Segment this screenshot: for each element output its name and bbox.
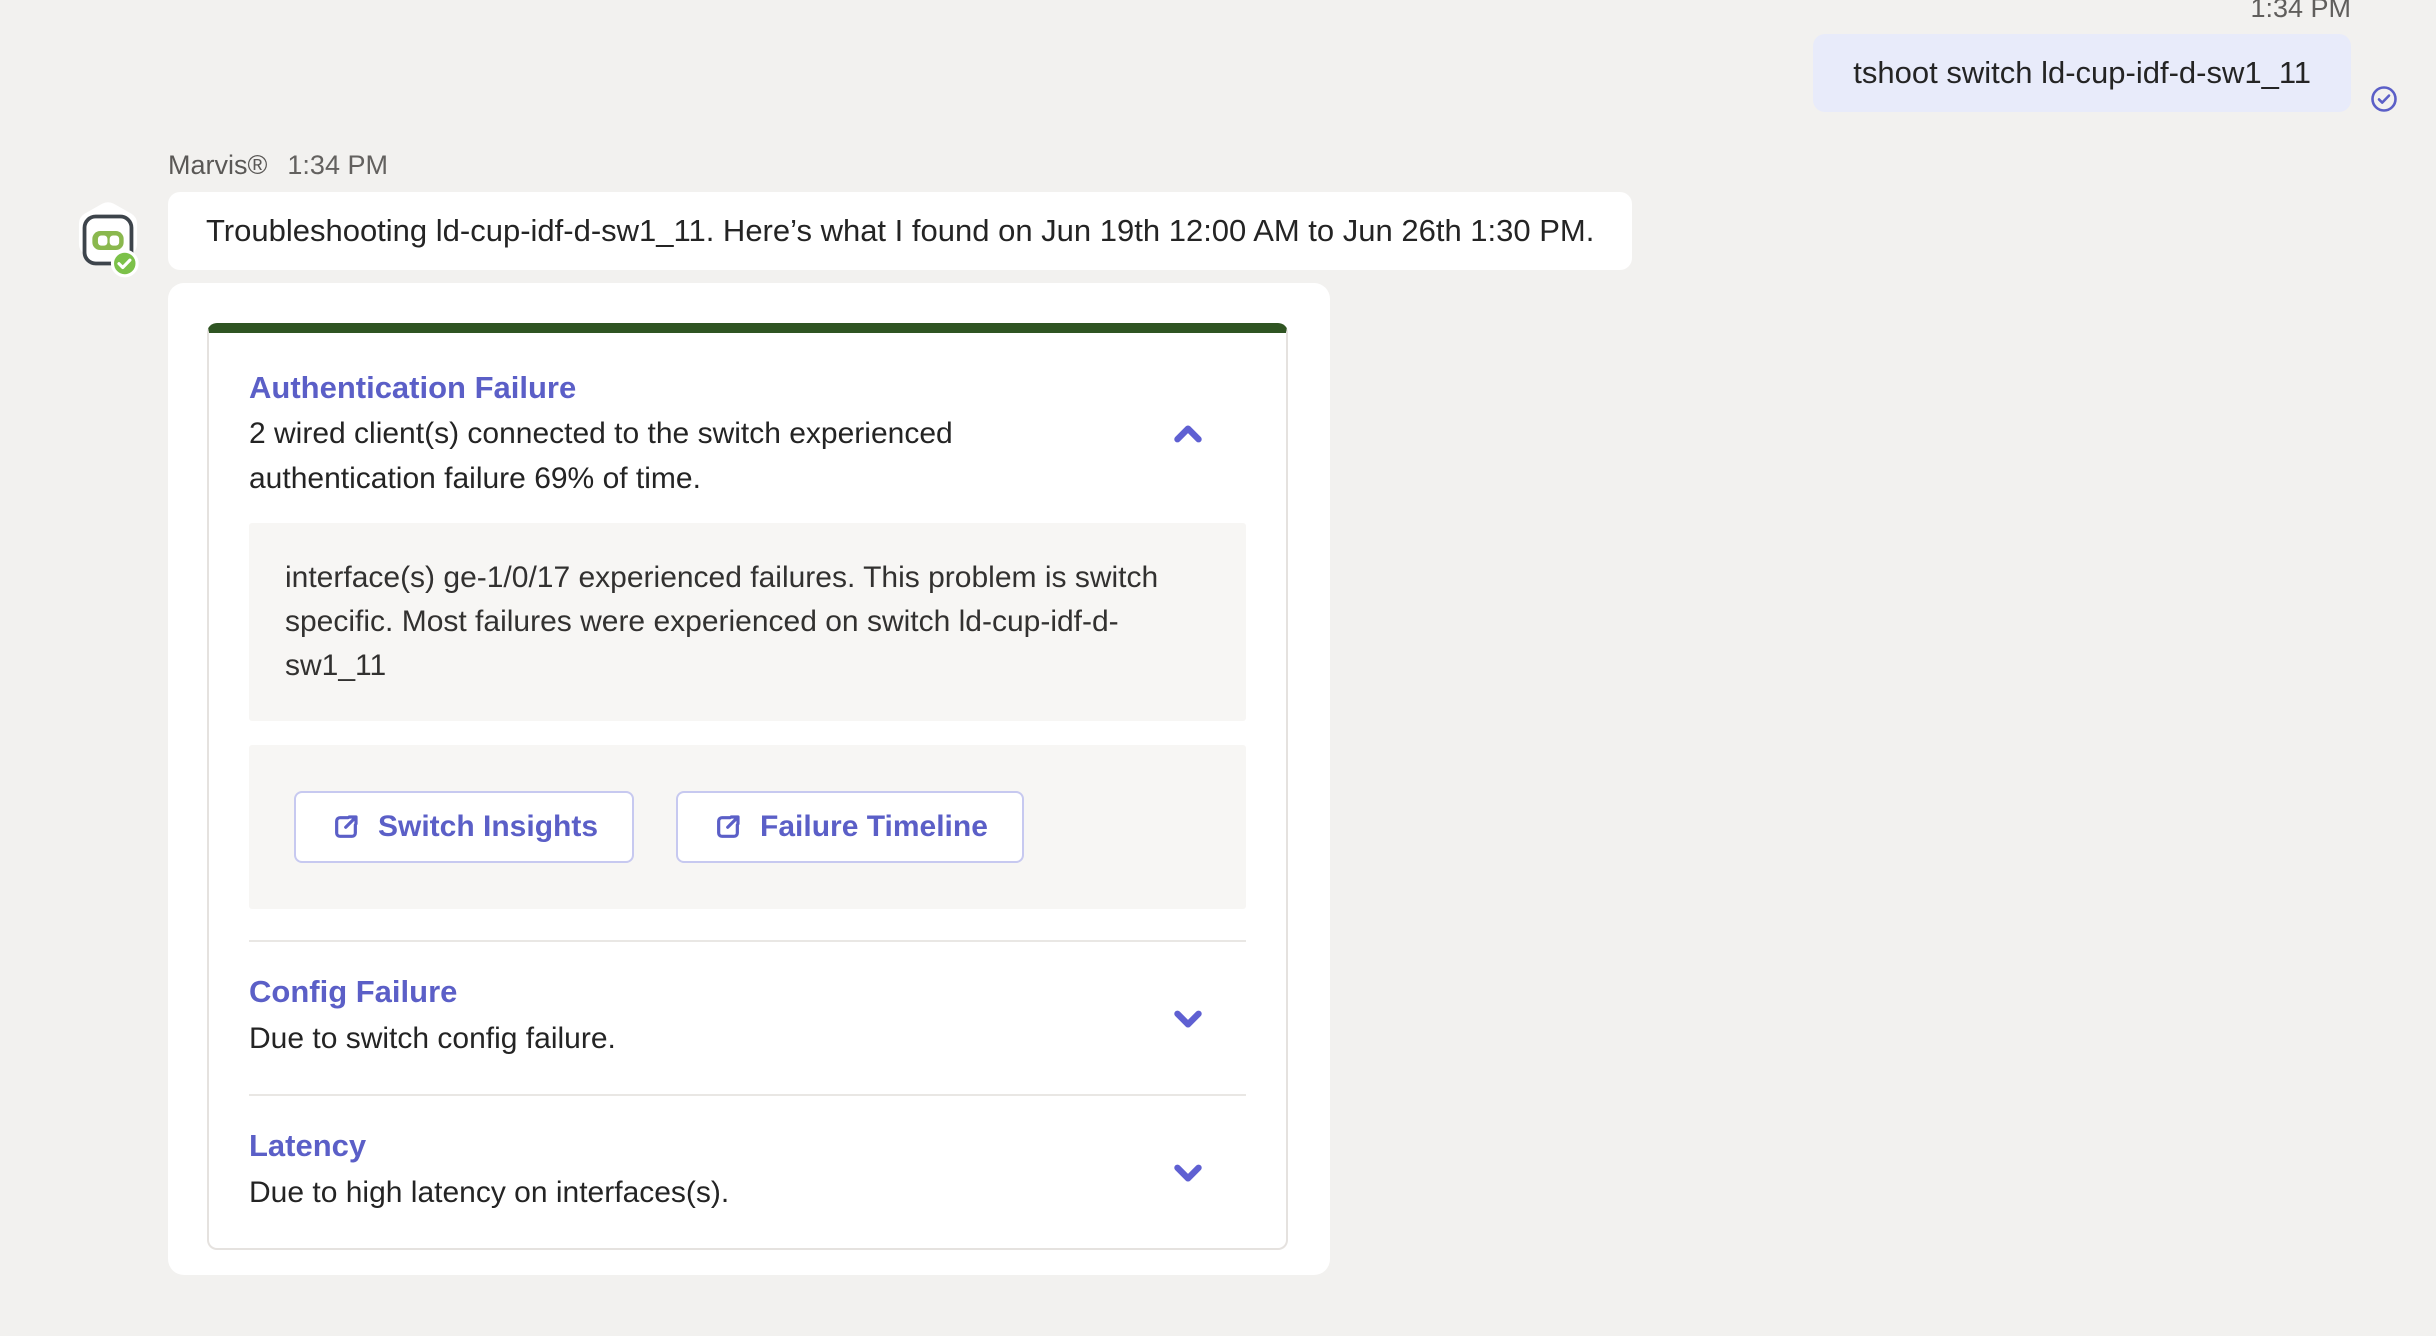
external-link-icon <box>330 811 362 843</box>
message-header: Marvis® 1:34 PM <box>168 150 388 181</box>
card-actions: Switch Insights Failure Timeline <box>249 745 1246 909</box>
delivered-check-circle-icon <box>2370 85 2398 113</box>
chevron-down-icon <box>1169 1153 1207 1191</box>
section-summary-latency: Due to high latency on interfaces(s). <box>249 1171 729 1215</box>
bot-message-timestamp: 1:34 PM <box>287 150 388 181</box>
sent-message-timestamp: 1:34 PM <box>2250 0 2351 24</box>
failure-timeline-label: Failure Timeline <box>760 810 988 844</box>
failure-timeline-button[interactable]: Failure Timeline <box>676 791 1024 863</box>
sent-message-text: tshoot switch ld-cup-idf-d-sw1_11 <box>1853 55 2311 91</box>
presence-available-icon <box>112 251 137 276</box>
section-title-config-failure: Config Failure <box>249 974 616 1010</box>
chevron-down-icon <box>1169 999 1207 1037</box>
expand-section-button[interactable] <box>1166 1150 1210 1194</box>
section-title-authentication-failure: Authentication Failure <box>249 370 1246 406</box>
section-config-failure: Config Failure Due to switch config fail… <box>249 942 1246 1094</box>
bot-message-bubble: Troubleshooting ld-cup-idf-d-sw1_11. Her… <box>168 192 1632 270</box>
switch-insights-label: Switch Insights <box>378 810 598 844</box>
bot-card-container: Authentication Failure 2 wired client(s)… <box>168 283 1330 1275</box>
section-summary-authentication-failure: 2 wired client(s) connected to the switc… <box>249 411 1129 501</box>
section-latency: Latency Due to high latency on interface… <box>249 1096 1246 1248</box>
marvis-bot-avatar <box>72 202 144 278</box>
failure-detail-box: interface(s) ge-1/0/17 experienced failu… <box>249 523 1246 721</box>
bot-message-text: Troubleshooting ld-cup-idf-d-sw1_11. Her… <box>206 213 1594 249</box>
section-summary-config-failure: Due to switch config failure. <box>249 1017 616 1061</box>
section-title-latency: Latency <box>249 1128 729 1164</box>
sent-message-bubble: tshoot switch ld-cup-idf-d-sw1_11 <box>1813 34 2351 112</box>
bot-name: Marvis® <box>168 150 267 181</box>
external-link-icon <box>712 811 744 843</box>
switch-insights-button[interactable]: Switch Insights <box>294 791 634 863</box>
troubleshoot-card: Authentication Failure 2 wired client(s)… <box>207 323 1288 1250</box>
section-authentication-failure: Authentication Failure 2 wired client(s)… <box>249 370 1246 909</box>
failure-detail-text: interface(s) ge-1/0/17 experienced failu… <box>285 561 1158 682</box>
collapse-section-button[interactable] <box>1166 413 1210 457</box>
expand-section-button[interactable] <box>1166 996 1210 1040</box>
chevron-up-icon <box>1169 416 1207 454</box>
